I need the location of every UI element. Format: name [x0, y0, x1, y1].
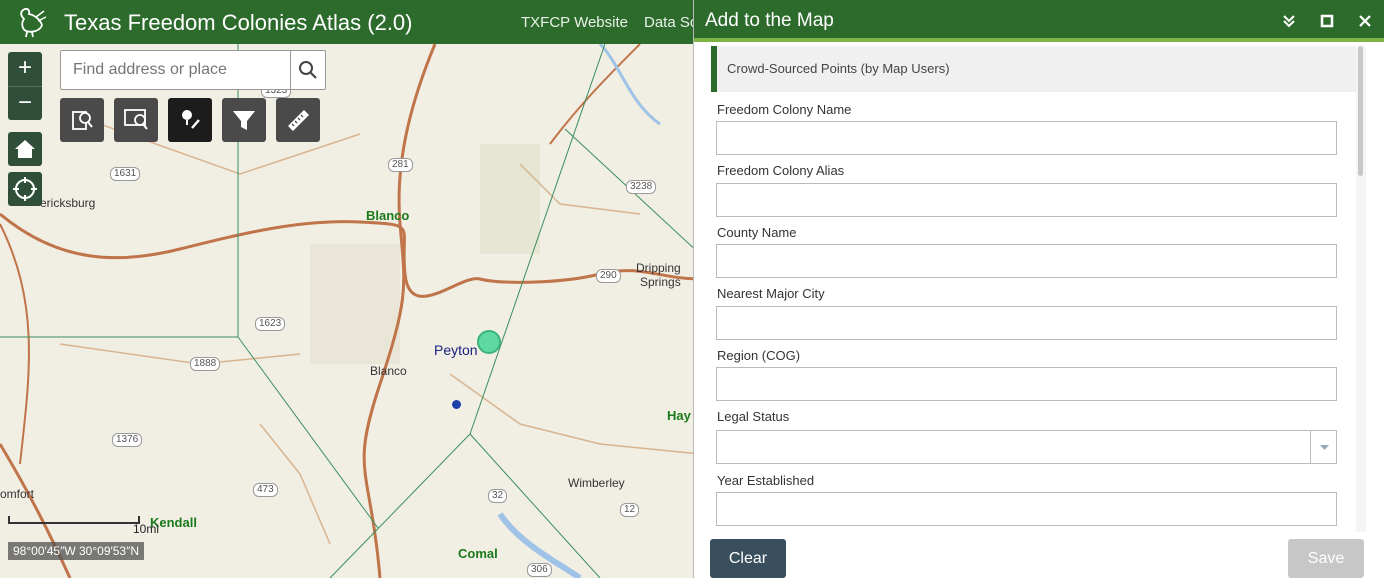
- query-tool-button[interactable]: [60, 98, 104, 142]
- search-input[interactable]: [61, 51, 291, 89]
- place-label-springs: Springs: [640, 275, 681, 289]
- home-icon: [15, 140, 35, 158]
- field-label-colony-alias: Freedom Colony Alias: [717, 163, 845, 178]
- year-established-field[interactable]: [716, 492, 1337, 526]
- chevron-down-icon: [1320, 445, 1329, 450]
- app-title: Texas Freedom Colonies Atlas (2.0): [64, 10, 413, 35]
- zoom-control: + −: [8, 52, 42, 120]
- place-label-wimberley: Wimberley: [568, 476, 625, 490]
- panel-header: Add to the Map: [694, 0, 1384, 42]
- colony-name-field[interactable]: [716, 121, 1337, 155]
- coordinate-readout: 98°00′45″W 30°09′53″N: [8, 542, 145, 560]
- highway-shield: 12: [620, 503, 640, 517]
- highway-shield: 306: [527, 563, 552, 577]
- measure-tool-button[interactable]: [276, 98, 320, 142]
- selected-layer: Crowd-Sourced Points (by Map Users): [711, 46, 1356, 92]
- place-label-comfort: omfort: [0, 487, 35, 501]
- field-label-region: Region (COG): [717, 348, 801, 363]
- collapse-chevrons-icon[interactable]: [1280, 12, 1298, 30]
- field-label-colony-name: Freedom Colony Name: [717, 102, 852, 117]
- field-label-nearest-city: Nearest Major City: [717, 286, 825, 301]
- crowd-sourced-point-marker[interactable]: [477, 330, 501, 354]
- legal-status-select[interactable]: [716, 430, 1337, 464]
- rooster-logo-icon: [20, 7, 47, 38]
- add-location-edit-icon: [182, 110, 200, 129]
- place-label-blanco-county: Blanco: [366, 208, 410, 223]
- data-sources-link[interactable]: Data Sc: [644, 14, 697, 31]
- field-label-year-established: Year Established: [717, 473, 815, 488]
- region-field[interactable]: [716, 367, 1337, 401]
- highway-shield: 32: [488, 489, 508, 503]
- scale-label: 10mi: [133, 522, 160, 536]
- highway-shield: 1623: [255, 317, 286, 331]
- place-label-peyton: Peyton: [434, 342, 478, 358]
- highway-shield: 473: [253, 483, 278, 497]
- locate-icon: [13, 177, 37, 201]
- filter-icon: [233, 111, 255, 130]
- save-button[interactable]: Save: [1288, 539, 1364, 578]
- field-label-legal-status: Legal Status: [717, 409, 790, 424]
- highway-shield: 1376: [112, 433, 143, 447]
- filter-tool-button[interactable]: [222, 98, 266, 142]
- txfcp-website-link[interactable]: TXFCP Website: [521, 14, 628, 31]
- map-search-icon: [124, 109, 148, 130]
- clear-button[interactable]: Clear: [710, 539, 786, 578]
- panel-title: Add to the Map: [705, 10, 834, 31]
- ruler-icon: [288, 110, 309, 131]
- place-label-hays: Hay: [667, 408, 691, 423]
- place-label-comal: Comal: [458, 546, 498, 561]
- search-button[interactable]: [290, 51, 325, 89]
- place-label-blanco: Blanco: [370, 364, 407, 378]
- highway-shield: 3238: [626, 180, 657, 194]
- selected-layer-label: Crowd-Sourced Points (by Map Users): [727, 61, 950, 76]
- map-view[interactable]: Blanco Blanco Peyton Dripping Springs er…: [0, 44, 700, 578]
- locate-button[interactable]: [8, 172, 42, 206]
- basemap: [0, 44, 700, 578]
- highway-shield: 1631: [110, 167, 141, 181]
- nearest-city-field[interactable]: [716, 306, 1337, 340]
- add-point-tool-button[interactable]: [168, 98, 212, 142]
- document-search-icon: [72, 111, 93, 130]
- search-icon: [299, 61, 317, 79]
- county-name-field[interactable]: [716, 244, 1337, 278]
- scrollbar-thumb[interactable]: [1358, 46, 1363, 176]
- place-label-fredericksburg: ericksburg: [40, 196, 96, 210]
- map-identify-tool-button[interactable]: [114, 98, 158, 142]
- freedom-colony-point-marker[interactable]: [452, 400, 461, 409]
- colony-alias-field[interactable]: [716, 183, 1337, 217]
- place-label-dripping: Dripping: [636, 261, 681, 275]
- highway-shield: 290: [596, 269, 621, 283]
- field-label-county-name: County Name: [717, 225, 797, 240]
- highway-shield: 1888: [190, 357, 221, 371]
- zoom-out-button[interactable]: −: [8, 86, 42, 120]
- add-to-map-panel: Add to the Map Crowd-Sourced Points (by …: [693, 0, 1384, 578]
- zoom-in-button[interactable]: +: [8, 52, 42, 86]
- search-box: [60, 50, 326, 90]
- legal-status-dropdown-arrow[interactable]: [1310, 430, 1337, 464]
- home-button[interactable]: [8, 132, 42, 166]
- close-icon[interactable]: [1356, 12, 1374, 30]
- highway-shield: 281: [388, 158, 413, 172]
- maximize-icon[interactable]: [1318, 12, 1336, 30]
- scale-bar: [8, 516, 140, 524]
